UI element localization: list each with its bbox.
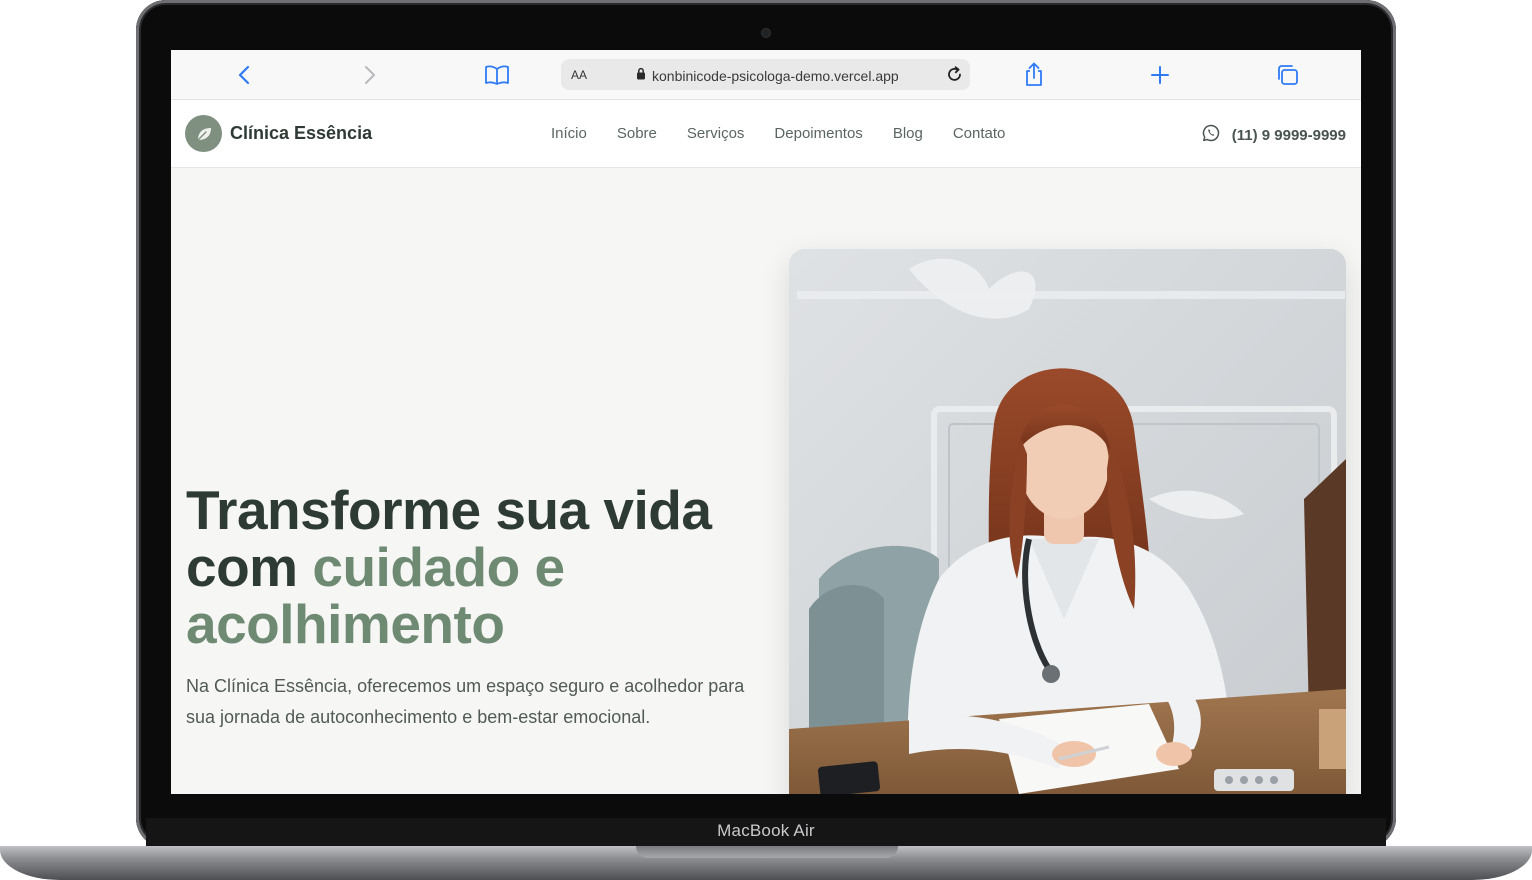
- hero-title-accent-1: cuidado e: [312, 536, 565, 598]
- hero-description: Na Clínica Essência, oferecemos um espaç…: [186, 676, 745, 727]
- address-bar[interactable]: AA konbinicode-psicologa-demo.vercel.app: [561, 59, 970, 90]
- reader-text-size-button[interactable]: AA: [571, 68, 587, 82]
- hero-title: Transforme sua vida com cuidado e acolhi…: [186, 482, 776, 653]
- nav-link-contato[interactable]: Contato: [953, 125, 1006, 142]
- hero-title-com: com: [186, 536, 313, 598]
- share-icon[interactable]: [1021, 62, 1047, 88]
- hero-photo-illustration: [789, 249, 1346, 794]
- camera-icon: [762, 29, 770, 37]
- plus-icon[interactable]: [1147, 62, 1173, 88]
- chevron-left-icon[interactable]: [231, 62, 257, 88]
- main-nav: Início Sobre Serviços Depoimentos Blog C…: [551, 125, 1005, 142]
- nav-link-blog[interactable]: Blog: [893, 125, 923, 142]
- nav-link-servicos[interactable]: Serviços: [687, 125, 745, 142]
- browser-toolbar: AA konbinicode-psicologa-demo.vercel.app: [171, 50, 1361, 100]
- tabs-icon[interactable]: [1275, 62, 1301, 88]
- phone-link[interactable]: (11) 9 9999-9999: [1202, 124, 1346, 147]
- hero-photo-psychologist: [789, 249, 1346, 794]
- hero-title-accent-2: acolhimento: [186, 593, 505, 655]
- url-text: konbinicode-psicologa-demo.vercel.app: [652, 68, 899, 84]
- hero-title-line1: Transforme sua vida: [186, 479, 712, 541]
- phone-number: (11) 9 9999-9999: [1231, 127, 1346, 144]
- book-icon[interactable]: [484, 62, 510, 88]
- nav-link-depoimentos[interactable]: Depoimentos: [774, 125, 862, 142]
- nav-link-inicio[interactable]: Início: [551, 125, 587, 142]
- nav-link-sobre[interactable]: Sobre: [617, 125, 657, 142]
- chevron-right-icon[interactable]: [357, 62, 383, 88]
- leaf-logo-icon[interactable]: [185, 115, 222, 152]
- lock-icon: [636, 67, 646, 85]
- whatsapp-icon: [1202, 124, 1220, 147]
- brand-name[interactable]: Clínica Essência: [230, 123, 372, 144]
- laptop-notch: [636, 846, 898, 858]
- screen: AA konbinicode-psicologa-demo.vercel.app: [171, 50, 1361, 794]
- laptop-model-label: MacBook Air: [717, 821, 815, 840]
- reload-icon[interactable]: [945, 65, 964, 89]
- site-header: Clínica Essência Início Sobre Serviços D…: [171, 100, 1361, 168]
